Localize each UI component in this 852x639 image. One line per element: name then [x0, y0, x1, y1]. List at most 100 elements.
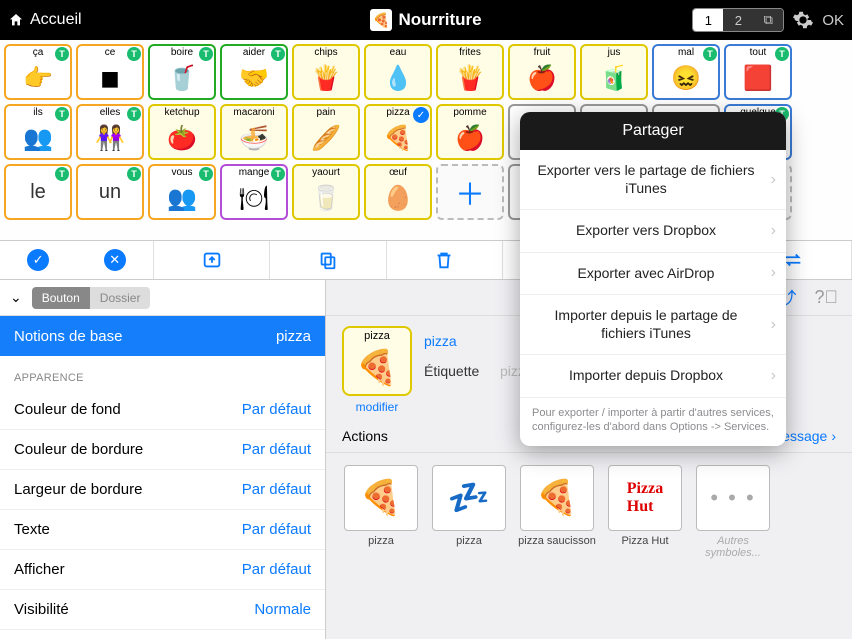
popover-item[interactable]: Exporter avec AirDrop› — [520, 253, 786, 296]
setting-label: Couleur de bordure — [14, 441, 143, 458]
chevron-right-icon: › — [771, 263, 776, 283]
setting-row[interactable]: Texte Par défaut — [0, 510, 325, 550]
board-tile[interactable]: aider🤝T — [220, 44, 288, 100]
import-icon[interactable] — [154, 241, 270, 279]
board-tile[interactable]: ils👥T — [4, 104, 72, 160]
setting-row[interactable]: Couleur de bordure Par défaut — [0, 430, 325, 470]
setting-value: Normale — [254, 601, 311, 618]
symbol-option[interactable]: PizzaHutPizza Hut — [606, 465, 684, 559]
board-tile[interactable]: chips🍟 — [292, 44, 360, 100]
board-tile[interactable]: tout🟥T — [724, 44, 792, 100]
setting-value: Par défaut — [242, 521, 311, 538]
t-badge-icon: T — [55, 47, 69, 61]
setting-value: Par défaut — [242, 441, 311, 458]
t-badge-icon: T — [703, 47, 717, 61]
copy-icon[interactable] — [270, 241, 386, 279]
help-icon[interactable]: ?⃝ — [814, 287, 838, 308]
symbol-picker: 🍕pizza💤pizza🍕pizza saucissonPizzaHutPizz… — [326, 453, 852, 571]
gear-icon[interactable] — [792, 9, 814, 31]
board-tile[interactable]: macaroni🍜 — [220, 104, 288, 160]
popover-title: Partager — [520, 112, 786, 150]
selected-check-icon: ✓ — [413, 107, 429, 123]
board-tile[interactable]: jus🧃 — [580, 44, 648, 100]
page-title: Nourriture — [398, 10, 481, 30]
t-badge-icon: T — [775, 47, 789, 61]
board-tile[interactable]: pomme🍎 — [436, 104, 504, 160]
board-tile[interactable]: pizza🍕✓ — [364, 104, 432, 160]
page-1[interactable]: 1 — [693, 9, 723, 31]
t-badge-icon: T — [199, 167, 213, 181]
seg-folder[interactable]: Dossier — [90, 287, 151, 309]
t-badge-icon: T — [271, 47, 285, 61]
page-2[interactable]: 2 — [723, 9, 753, 31]
board-tile[interactable]: yaourt🥛 — [292, 164, 360, 220]
selected-tile-label: pizza — [276, 328, 311, 345]
modifier-link[interactable]: modifier — [342, 400, 412, 414]
popover-item[interactable]: Importer depuis le partage de fichiers i… — [520, 295, 786, 355]
chevron-right-icon: › — [771, 221, 776, 241]
setting-label: Couleur de fond — [14, 401, 121, 418]
board-tile[interactable]: vous👥T — [148, 164, 216, 220]
board-tile[interactable]: fruit🍎 — [508, 44, 576, 100]
setting-row[interactable]: Couleur de fond Par défaut — [0, 390, 325, 430]
board-tile[interactable]: elles👭T — [76, 104, 144, 160]
check-on-icon[interactable]: ✓ — [27, 249, 49, 271]
preview-label: pizza — [364, 328, 390, 342]
chevron-right-icon: › — [771, 170, 776, 190]
board-tile[interactable]: ce◼T — [76, 44, 144, 100]
appearance-header: Apparence — [0, 356, 325, 390]
setting-value: Par défaut — [242, 401, 311, 418]
setting-label: Largeur de bordure — [14, 481, 142, 498]
popover-item[interactable]: Exporter vers le partage de fichiers iTu… — [520, 150, 786, 210]
board-tile[interactable]: ça👉T — [4, 44, 72, 100]
symbol-option[interactable]: • • •Autres symboles... — [694, 465, 772, 559]
settings-list: Couleur de fondPar défautCouleur de bord… — [0, 390, 325, 630]
page-toggle[interactable]: 1 2 ⧉ — [692, 8, 784, 32]
board-tile[interactable]: ＋ — [436, 164, 504, 220]
symbol-option[interactable]: 💤pizza — [430, 465, 508, 559]
top-bar: Accueil 🍕 Nourriture 1 2 ⧉ OK — [0, 0, 852, 40]
symbol-option[interactable]: 🍕pizza saucisson — [518, 465, 596, 559]
seg-button[interactable]: Bouton — [32, 287, 90, 309]
setting-value: Par défaut — [242, 481, 311, 498]
board-tile[interactable]: ketchup🍅 — [148, 104, 216, 160]
setting-label: Texte — [14, 521, 50, 538]
board-tile[interactable]: mal😖T — [652, 44, 720, 100]
check-off-icon[interactable]: ✕ — [104, 249, 126, 271]
t-badge-icon: T — [199, 47, 213, 61]
board-tile[interactable]: unT — [76, 164, 144, 220]
board-tile[interactable]: leT — [4, 164, 72, 220]
page-archive-icon[interactable]: ⧉ — [753, 9, 783, 31]
t-badge-icon: T — [55, 107, 69, 121]
home-label[interactable]: Accueil — [30, 11, 82, 29]
chevron-down-icon[interactable]: ⌄ — [10, 289, 22, 306]
preview-tile[interactable]: pizza 🍕 — [342, 326, 412, 396]
popover-item[interactable]: Importer depuis Dropbox› — [520, 355, 786, 398]
board-tile[interactable]: mange🍽T — [220, 164, 288, 220]
board-tile[interactable]: œuf🥚 — [364, 164, 432, 220]
board-tile[interactable]: boire🥤T — [148, 44, 216, 100]
setting-value: Par défaut — [242, 561, 311, 578]
board-tile[interactable]: frites🍟 — [436, 44, 504, 100]
home-icon[interactable] — [8, 12, 24, 28]
ok-button[interactable]: OK — [822, 12, 844, 29]
trash-icon[interactable] — [387, 241, 503, 279]
name-value[interactable]: pizza — [424, 333, 457, 349]
category-label: Notions de base — [14, 328, 122, 345]
category-row[interactable]: Notions de base pizza — [0, 316, 325, 356]
setting-label: Visibilité — [14, 601, 69, 618]
symbol-option[interactable]: 🍕pizza — [342, 465, 420, 559]
board-tile[interactable]: pain🥖 — [292, 104, 360, 160]
t-badge-icon: T — [127, 107, 141, 121]
properties-sidebar: ⌄ Bouton Dossier Notions de base pizza A… — [0, 280, 326, 639]
type-segmented[interactable]: Bouton Dossier — [32, 287, 151, 309]
chevron-right-icon: › — [771, 315, 776, 335]
setting-row[interactable]: Visibilité Normale — [0, 590, 325, 630]
t-badge-icon: T — [127, 47, 141, 61]
setting-row[interactable]: Largeur de bordure Par défaut — [0, 470, 325, 510]
setting-row[interactable]: AfficherPar défaut — [0, 550, 325, 590]
board-tile[interactable]: eau💧 — [364, 44, 432, 100]
popover-item[interactable]: Exporter vers Dropbox› — [520, 210, 786, 253]
etiquette-label: Étiquette — [424, 363, 494, 379]
app-icon: 🍕 — [370, 9, 392, 31]
